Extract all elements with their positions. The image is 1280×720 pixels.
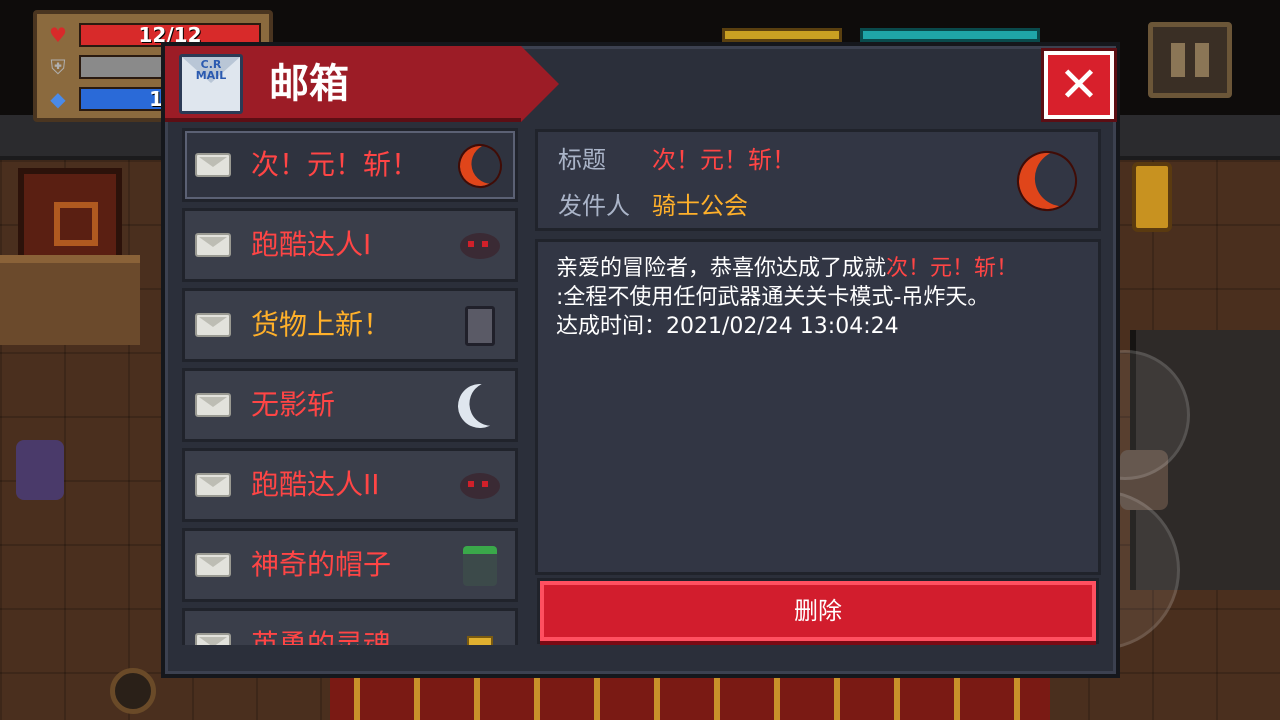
pause-button[interactable] xyxy=(1148,22,1232,98)
subject-value: 次！元！斩！ xyxy=(652,146,796,174)
mail-item[interactable]: 无影斩 xyxy=(182,368,518,442)
envelope-icon xyxy=(195,313,231,337)
mail-item[interactable]: 英勇的灵魂 xyxy=(182,608,518,645)
gold-bar xyxy=(722,28,842,42)
mail-item-label: 英勇的灵魂 xyxy=(251,628,392,645)
mail-item[interactable]: 货物上新！ xyxy=(182,288,518,362)
npc-character xyxy=(16,440,64,500)
mail-detail-body: 亲爱的冒险者，恭喜你达成了成就次！元！斩！ :全程不使用任何武器通关关卡模式-吊… xyxy=(535,239,1101,575)
envelope-icon xyxy=(195,153,231,177)
heart-icon: ♥ xyxy=(49,23,67,47)
mail-detail-header: 标题 次！元！斩！ 发件人 骑士公会 xyxy=(535,129,1101,231)
pause-icon xyxy=(1195,43,1209,77)
background-window xyxy=(18,168,122,268)
body-text: 亲爱的冒险者，恭喜你达成了成就 xyxy=(556,256,887,281)
dialog-title: 邮箱 xyxy=(269,61,349,107)
envelope-icon xyxy=(195,633,231,645)
delete-button[interactable]: 删除 xyxy=(540,581,1096,641)
mail-item-label: 货物上新！ xyxy=(251,308,392,341)
mail-icon-tag: C.R MAIL xyxy=(195,58,227,82)
shadow-creature-icon xyxy=(455,221,505,271)
pause-icon xyxy=(1171,43,1185,77)
shadow-creature-icon xyxy=(455,461,505,511)
mail-item-label: 跑酷达人II xyxy=(251,468,380,501)
sender-row: 发件人 骑士公会 xyxy=(558,190,748,222)
joystick[interactable] xyxy=(110,668,156,714)
envelope-icon xyxy=(195,553,231,577)
mail-item-label: 无影斩 xyxy=(251,388,336,421)
merchant-character-icon xyxy=(455,301,505,351)
envelope-icon xyxy=(195,233,231,257)
mail-item-label: 次！元！斩！ xyxy=(251,148,420,181)
red-crescent-blade-icon xyxy=(451,137,509,195)
background-rug xyxy=(330,678,1050,720)
gold-item-icon xyxy=(455,621,505,645)
sender-value: 骑士公会 xyxy=(652,192,748,220)
mail-item-label: 神奇的帽子 xyxy=(251,548,392,581)
white-crescent-blade-icon xyxy=(455,381,505,431)
red-crescent-blade-icon xyxy=(1008,142,1086,220)
subject-row: 标题 次！元！斩！ xyxy=(558,144,796,176)
background-lamp xyxy=(1132,162,1172,232)
mail-item-label: 跑酷达人I xyxy=(251,228,372,261)
mail-body-line: 亲爱的冒险者，恭喜你达成了成就次！元！斩！ xyxy=(556,254,1080,283)
mail-icon: C.R MAIL xyxy=(179,54,243,114)
envelope-icon xyxy=(195,473,231,497)
background-counter xyxy=(0,255,140,345)
mailbox-dialog: C.R MAIL 邮箱 ✕ 次！元！斩！ 跑酷达人I 货物上新！ 无影斩 跑酷达… xyxy=(161,42,1120,678)
diamond-icon: ◆ xyxy=(50,87,66,111)
envelope-icon xyxy=(195,393,231,417)
subject-key: 标题 xyxy=(558,146,606,174)
shield-icon: ⛨ xyxy=(50,55,66,79)
mail-body-line: :全程不使用任何武器通关关卡模式-吊炸天。 xyxy=(556,285,990,310)
close-button[interactable]: ✕ xyxy=(1044,51,1114,119)
mail-item[interactable]: 神奇的帽子 xyxy=(182,528,518,602)
sender-key: 发件人 xyxy=(558,192,630,220)
achievement-name: 次！元！斩！ xyxy=(886,256,1019,281)
mail-item[interactable]: 次！元！斩！ xyxy=(182,128,518,202)
green-hat-character-icon xyxy=(455,541,505,591)
gem-bar xyxy=(860,28,1040,42)
dialog-header: C.R MAIL 邮箱 xyxy=(165,46,559,122)
mail-item[interactable]: 跑酷达人I xyxy=(182,208,518,282)
mail-item[interactable]: 跑酷达人II xyxy=(182,448,518,522)
mail-list[interactable]: 次！元！斩！ 跑酷达人I 货物上新！ 无影斩 跑酷达人II 神奇的帽子 英勇的灵… xyxy=(182,128,522,645)
mail-body-line: 达成时间：2021/02/24 13:04:24 xyxy=(556,314,899,339)
